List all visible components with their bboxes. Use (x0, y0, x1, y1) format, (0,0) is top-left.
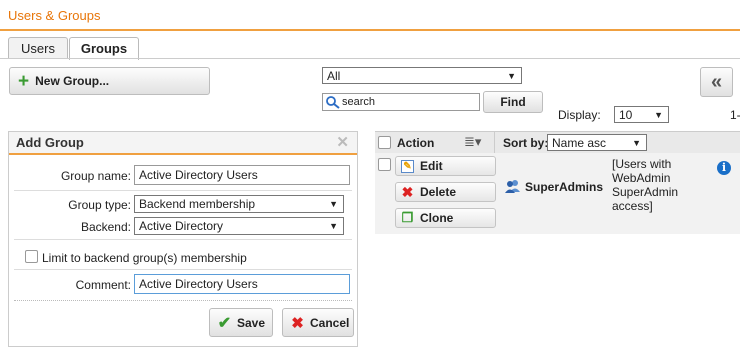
x-icon: ✖ (291, 314, 304, 332)
tab-divider (0, 58, 740, 59)
page-range: 1- (730, 108, 740, 122)
limit-backend-label: Limit to backend group(s) membership (42, 251, 247, 265)
action-column-header: Action (397, 136, 435, 150)
comment-line: access] (612, 199, 653, 213)
divider (14, 300, 352, 301)
filter-select[interactable]: All ▼ (322, 67, 522, 84)
page-title: Users & Groups (8, 8, 101, 23)
checkmark-icon: ✔ (217, 314, 232, 332)
group-icon (505, 180, 520, 193)
chevron-down-icon: ▼ (654, 110, 663, 120)
chevron-down-icon: ▼ (507, 71, 516, 81)
cancel-button[interactable]: ✖ Cancel (282, 308, 354, 337)
sort-by-label: Sort by: (503, 136, 549, 150)
row-checkbox[interactable] (378, 158, 391, 171)
comment-input[interactable]: Active Directory Users (134, 274, 350, 294)
group-comment: [Users with WebAdmin SuperAdmin access] (612, 157, 678, 213)
clone-button[interactable]: ❐ Clone (395, 208, 496, 228)
comment-line: [Users with (612, 157, 672, 171)
backend-label: Backend: (80, 220, 131, 234)
clone-label: Clone (420, 211, 454, 225)
first-page-button[interactable]: « (700, 67, 733, 97)
sort-select[interactable]: Name asc ▼ (547, 134, 647, 151)
title-divider (0, 29, 740, 31)
display-select[interactable]: 10 ▼ (614, 106, 669, 123)
close-icon[interactable]: ✕ (336, 133, 349, 151)
limit-backend-checkbox[interactable] (25, 250, 38, 263)
group-name-input[interactable]: Active Directory Users (134, 165, 350, 185)
search-icon (326, 96, 340, 109)
search-input[interactable]: search (322, 93, 480, 111)
panel-header: Add Group ✕ (9, 132, 357, 155)
delete-button[interactable]: ✖ Delete (395, 182, 496, 202)
divider (14, 190, 352, 191)
edit-label: Edit (420, 159, 443, 173)
chevron-down-icon: ▼ (632, 138, 641, 148)
divider (14, 239, 352, 240)
edit-icon: ✎ (401, 159, 414, 173)
backend-value: Active Directory (139, 219, 224, 233)
edit-button[interactable]: ✎ Edit (395, 156, 496, 176)
chevron-down-icon: ▼ (329, 221, 338, 231)
group-type-select[interactable]: Backend membership ▼ (134, 195, 344, 213)
new-group-button[interactable]: + New Group... (9, 67, 210, 95)
new-group-label: New Group... (35, 74, 110, 88)
cancel-label: Cancel (310, 315, 350, 330)
divider (494, 132, 495, 154)
tab-users[interactable]: Users (8, 37, 68, 59)
save-label: Save (237, 315, 266, 330)
select-all-checkbox[interactable] (378, 136, 391, 149)
backend-select[interactable]: Active Directory ▼ (134, 217, 344, 235)
delete-label: Delete (420, 185, 457, 199)
save-button[interactable]: ✔ Save (209, 308, 273, 337)
chevron-down-icon: ▼ (329, 199, 338, 209)
info-icon[interactable]: i (717, 161, 731, 175)
group-name[interactable]: SuperAdmins (525, 180, 603, 194)
clone-icon: ❐ (401, 210, 414, 225)
sort-select-value: Name asc (552, 136, 607, 150)
comment-label: Comment: (75, 278, 131, 292)
group-type-label: Group type: (68, 198, 131, 212)
add-group-panel: Add Group ✕ Group name: Active Directory… (8, 131, 358, 347)
panel-title: Add Group (16, 135, 84, 150)
grid-header: Action ≣▾ Sort by: Name asc ▼ (375, 131, 740, 155)
tab-groups[interactable]: Groups (69, 37, 139, 60)
comment-line: WebAdmin (612, 171, 671, 185)
divider (14, 269, 352, 270)
x-icon: ✖ (401, 183, 414, 200)
display-label: Display: (558, 108, 601, 122)
group-name-label: Group name: (60, 169, 131, 183)
find-button[interactable]: Find (483, 91, 543, 113)
comment-line: SuperAdmin (612, 185, 679, 199)
filter-select-value: All (327, 69, 341, 83)
group-type-value: Backend membership (139, 197, 256, 211)
plus-icon: + (18, 70, 30, 92)
search-placeholder: search (342, 95, 376, 108)
table-row: ✎ Edit ✖ Delete ❐ Clone SuperAdmins [Use… (375, 153, 740, 234)
display-select-value: 10 (619, 108, 633, 122)
column-menu-icon[interactable]: ≣▾ (464, 134, 481, 150)
